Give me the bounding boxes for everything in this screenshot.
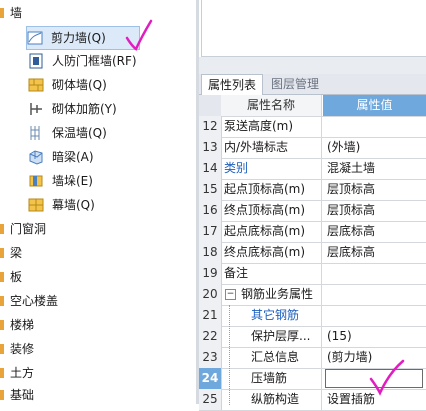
property-value (323, 284, 426, 305)
property-name: 压墙筋 (221, 368, 322, 389)
table-row[interactable]: 15 起点顶标高(m) 层顶标高 (199, 179, 426, 201)
shear-wall-icon (27, 30, 43, 46)
tree-folder-marker-icon (0, 8, 4, 18)
row-number-header (199, 95, 222, 116)
row-number: 12 (199, 116, 222, 137)
property-name: 纵筋构造 (221, 389, 322, 410)
property-value[interactable] (323, 116, 426, 137)
table-row[interactable]: 14 类别 混凝土墙 (199, 158, 426, 180)
tree-folder-marker-icon (0, 248, 4, 258)
annotation-check-mark (369, 359, 405, 396)
column-header-name[interactable]: 属性名称 (221, 95, 322, 116)
property-name: 起点底标高(m) (221, 221, 322, 242)
property-name: 汇总信息 (221, 347, 322, 368)
table-row[interactable]: 21 其它钢筋 (199, 305, 426, 327)
grid-header: 属性名称 属性值 (199, 95, 426, 117)
row-number: 13 (199, 137, 222, 158)
property-value[interactable]: (15) (323, 326, 426, 347)
property-name: 类别 (221, 158, 322, 179)
masonry-wall-icon (28, 77, 44, 93)
tree-folder-marker-icon (0, 344, 4, 354)
civil-defense-door-frame-wall-icon (28, 53, 44, 69)
property-name: 备注 (221, 263, 322, 284)
row-number: 18 (199, 242, 222, 263)
row-number: 15 (199, 179, 222, 200)
component-list-panel (201, 0, 426, 57)
group-row-rebar-properties[interactable]: 20 钢筋业务属性 − (199, 284, 426, 306)
property-value[interactable]: 混凝土墙 (323, 158, 426, 179)
property-value[interactable]: 层底标高 (323, 242, 426, 263)
property-value[interactable]: 层顶标高 (323, 200, 426, 221)
table-row[interactable]: 12 泵送高度(m) (199, 116, 426, 138)
row-number: 17 (199, 221, 222, 242)
property-name: 起点顶标高(m) (221, 179, 322, 200)
row-number: 14 (199, 158, 222, 179)
row-number: 24 (199, 368, 222, 389)
column-header-value[interactable]: 属性值 (323, 95, 426, 116)
collapse-minus-icon[interactable]: − (225, 289, 236, 300)
masonry-reinforcement-icon (28, 101, 44, 117)
curtain-wall-icon (28, 197, 44, 213)
tree-item-shear-wall[interactable]: 剪力墙(Q) (26, 26, 140, 50)
tree-folder-marker-icon (0, 224, 4, 234)
property-value[interactable] (323, 305, 426, 326)
tree-connector-line (229, 305, 231, 405)
tab-property-list[interactable]: 属性列表 (201, 74, 264, 95)
row-number: 19 (199, 263, 222, 284)
property-name: 保护层厚... (221, 326, 322, 347)
annotation-check-mark (125, 19, 153, 51)
tree-folder-marker-icon (0, 296, 4, 306)
row-number: 22 (199, 326, 222, 347)
property-name: 泵送高度(m) (221, 116, 322, 137)
property-name: 内/外墙标志 (221, 137, 322, 158)
property-value[interactable] (323, 263, 426, 284)
insulation-wall-icon (28, 125, 44, 141)
property-name: 其它钢筋 (221, 305, 322, 326)
component-tree: 墙 剪力墙(Q) 人防门框墙(RF) 砌体墙(Q) 砌体加筋(Y) 保温墙(Q) (0, 0, 196, 404)
table-row[interactable]: 17 起点底标高(m) 层底标高 (199, 221, 426, 243)
property-tabs: 属性列表 图层管理 (199, 74, 426, 95)
tree-folder-marker-icon (0, 390, 4, 400)
row-number: 21 (199, 305, 222, 326)
table-row[interactable]: 18 终点底标高(m) 层底标高 (199, 242, 426, 264)
table-row[interactable]: 22 保护层厚... (15) (199, 326, 426, 348)
tree-folder-marker-icon (0, 272, 4, 282)
row-number: 23 (199, 347, 222, 368)
property-value[interactable]: 层底标高 (323, 221, 426, 242)
row-number: 20 (199, 284, 222, 305)
table-row[interactable]: 19 备注 (199, 263, 426, 285)
property-value[interactable]: 层顶标高 (323, 179, 426, 200)
row-number: 25 (199, 389, 222, 410)
concealed-beam-icon (28, 149, 44, 165)
table-row[interactable]: 16 终点顶标高(m) 层顶标高 (199, 200, 426, 222)
tab-layer-management[interactable]: 图层管理 (265, 74, 325, 94)
tree-folder-marker-icon (0, 320, 4, 330)
row-number: 16 (199, 200, 222, 221)
panel-gap (199, 57, 426, 74)
property-value[interactable]: (外墙) (323, 137, 426, 158)
tree-folder-marker-icon (0, 368, 4, 378)
property-group-name: 钢筋业务属性 (221, 284, 322, 305)
table-row[interactable]: 13 内/外墙标志 (外墙) (199, 137, 426, 159)
property-name: 终点底标高(m) (221, 242, 322, 263)
property-name: 终点顶标高(m) (221, 200, 322, 221)
wall-pier-icon (28, 173, 44, 189)
